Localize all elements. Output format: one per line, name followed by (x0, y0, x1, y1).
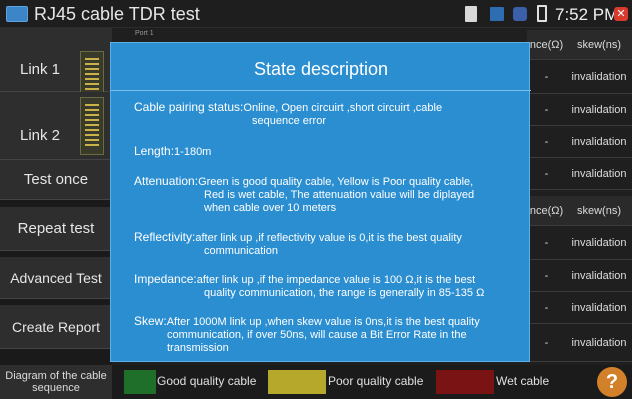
table-cell: - (527, 260, 566, 292)
skew-header: skew(ns) (566, 30, 632, 60)
link2-label: Link 2 (20, 127, 61, 144)
impedance-key: Impedance: (134, 272, 197, 286)
poor-swatch (268, 370, 326, 394)
table-cell: invalidation (566, 94, 632, 126)
link1-label: Link 1 (20, 61, 61, 78)
skew-value-cont2: transmission (167, 342, 229, 354)
create-report-button[interactable]: Create Report (0, 305, 112, 349)
length-value: 1-180m (174, 146, 212, 158)
pairing-value-cont: sequence error (252, 115, 326, 127)
legend-good: Good quality cable (157, 374, 257, 388)
pairing-key: Cable pairing status: (134, 100, 244, 114)
impedance-value-cont: quality communication, the range is gene… (204, 287, 485, 299)
test-once-button[interactable]: Test once (0, 160, 112, 200)
dialog-title: State description (253, 59, 389, 79)
table-cell: - (527, 60, 566, 94)
skew-key: Skew: (134, 314, 167, 328)
window-title: RJ45 cable TDR test (34, 4, 200, 24)
pairing-status-text: Cable pairing status:Online, Open circui… (134, 101, 514, 128)
table-cell: invalidation (566, 126, 632, 158)
pairing-value: Online, Open circuirt ,short circuirt ,c… (243, 102, 443, 114)
table-cell: - (527, 292, 566, 324)
advanced-test-button[interactable]: Advanced Test (0, 257, 112, 299)
length-text: Length:1-180m (134, 145, 514, 159)
reflectivity-value-cont: communication (204, 245, 278, 257)
table-cell: invalidation (566, 260, 632, 292)
legend-wet: Wet cable (496, 374, 550, 388)
help-icon[interactable]: ? (597, 367, 627, 397)
table-cell: - (527, 158, 566, 190)
attenuation-value-cont: Red is wet cable, The attenuation value … (204, 189, 475, 201)
attenuation-text: Attenuation:Green is good quality cable,… (134, 175, 514, 215)
legend-bar: Diagram of the cable sequence Good quali… (0, 365, 632, 399)
impedance-text: Impedance:after link up ,if the impedanc… (134, 273, 514, 300)
cable-sequence-diagram-button[interactable]: Diagram of the cable sequence (0, 365, 112, 399)
table-cell: - (527, 226, 566, 260)
skew-header: skew(ns) (566, 196, 632, 226)
table-cell: invalidation (566, 158, 632, 190)
status-time: 7:52 PM (555, 5, 619, 24)
title-bar: RJ45 cable TDR test 7:52 PM ✕ (0, 0, 632, 28)
table-cell: - (527, 324, 566, 362)
table-cell: invalidation (566, 292, 632, 324)
battery-icon (537, 5, 547, 22)
dialog-divider (111, 90, 531, 91)
reflectivity-value: after link up ,if reflectivity value is … (195, 232, 462, 244)
length-key: Length: (134, 144, 175, 158)
wet-swatch (436, 370, 494, 394)
reflectivity-key: Reflectivity: (134, 230, 196, 244)
table-cell: - (527, 94, 566, 126)
good-swatch (124, 370, 156, 394)
sd-card-icon (465, 6, 477, 22)
repeat-test-button[interactable]: Repeat test (0, 207, 112, 251)
table-cell: invalidation (566, 324, 632, 362)
impedance-value: after link up ,if the impedance value is… (196, 274, 476, 286)
legend-poor: Poor quality cable (328, 374, 424, 388)
link1-panel[interactable]: Link 1 (0, 28, 112, 109)
reflectivity-text: Reflectivity:after link up ,if reflectiv… (134, 231, 514, 258)
attenuation-value-cont2: when cable over 10 meters (204, 202, 337, 214)
rj45-port-icon (80, 97, 104, 155)
network-icon (490, 7, 504, 21)
app-icon (6, 6, 28, 22)
skew-value: After 1000M link up ,when skew value is … (166, 316, 480, 328)
shield-icon (513, 7, 527, 21)
skew-text: Skew:After 1000M link up ,when skew valu… (134, 315, 514, 355)
skew-value-cont: communication, if over 50ns, will cause … (167, 329, 467, 341)
impedance-header: nce(Ω) (527, 196, 566, 226)
close-icon[interactable]: ✕ (614, 7, 628, 21)
attenuation-value: Green is good quality cable, Yellow is P… (198, 176, 474, 188)
impedance-header: nce(Ω) (527, 30, 566, 60)
link2-panel[interactable]: Link 2 (0, 92, 112, 160)
port-label: Port 1 (135, 30, 154, 37)
attenuation-key: Attenuation: (134, 174, 199, 188)
table-cell: invalidation (566, 226, 632, 260)
state-description-dialog[interactable]: State description Cable pairing status:O… (110, 42, 531, 362)
table-cell: invalidation (566, 60, 632, 94)
table-cell: - (527, 126, 566, 158)
